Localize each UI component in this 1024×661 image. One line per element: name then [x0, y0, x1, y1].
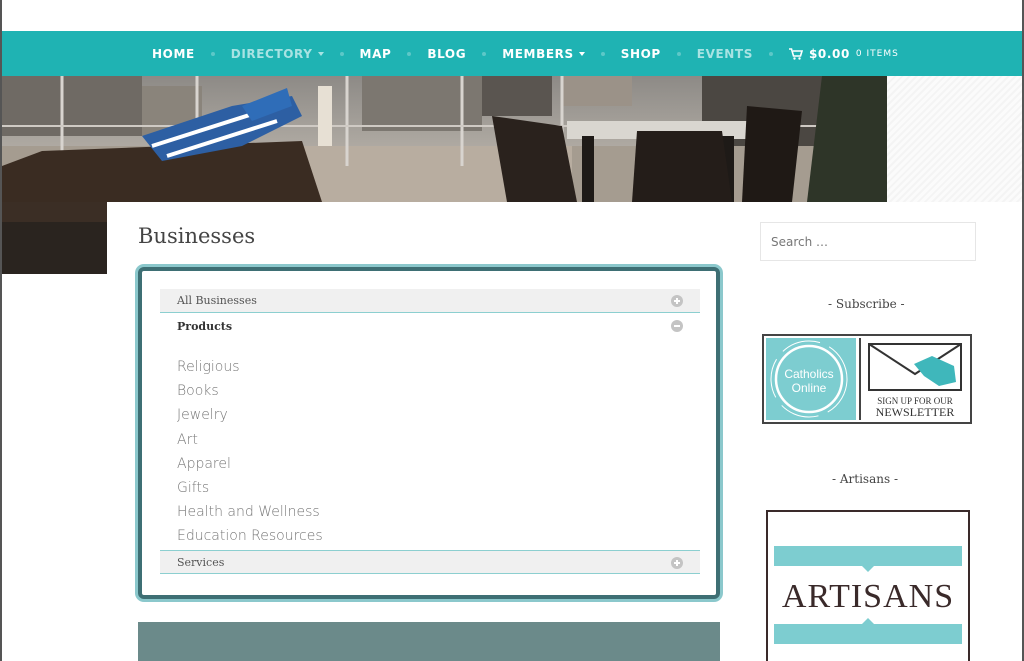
page-title: Businesses	[138, 224, 256, 248]
business-directory-accordion: All Businesses Products Religious Books …	[138, 267, 720, 599]
nav-blog[interactable]: BLOG	[427, 47, 466, 61]
accordion-services[interactable]: Services	[160, 550, 700, 574]
accordion-all-businesses[interactable]: All Businesses	[160, 289, 700, 313]
caret-down-icon	[578, 51, 585, 56]
newsletter-word: NEWSLETTER	[876, 405, 955, 419]
nav-shop[interactable]: SHOP	[621, 47, 661, 61]
subscribe-widget-title: - Subscribe -	[828, 297, 905, 311]
products-sublist: Religious Books Jewelry Art Apparel Gift…	[177, 355, 323, 549]
list-item[interactable]: Jewelry	[177, 403, 323, 427]
caret-down-icon	[317, 51, 324, 56]
background-pattern	[887, 76, 1022, 202]
nav-cart[interactable]: $0.00 0 ITEMS	[788, 46, 899, 61]
nav-map[interactable]: MAP	[360, 47, 392, 61]
nav-separator	[482, 51, 487, 56]
search-input[interactable]	[760, 222, 976, 261]
accordion-products[interactable]: Products	[160, 314, 700, 338]
artisans-graphic: ARTISANS	[774, 546, 962, 644]
expand-icon[interactable]	[671, 295, 683, 307]
artisans-banner[interactable]: ARTISANS	[766, 510, 970, 661]
accordion-label: Products	[177, 319, 233, 333]
list-item[interactable]: Art	[177, 428, 323, 452]
artisans-widget-title: - Artisans -	[832, 472, 898, 486]
nav-members-label: MEMBERS	[502, 46, 574, 61]
nav-separator	[407, 51, 412, 56]
nav-separator	[768, 51, 773, 56]
cart-icon	[788, 47, 803, 60]
newsletter-logo-line2: Online	[792, 381, 827, 395]
rooftop-patio-illustration	[2, 76, 887, 202]
list-item[interactable]: Apparel	[177, 452, 323, 476]
nav-separator	[676, 51, 681, 56]
nav-events[interactable]: EVENTS	[697, 47, 753, 61]
list-item[interactable]: Education Resources	[177, 524, 323, 548]
collapse-icon[interactable]	[671, 320, 683, 332]
list-item[interactable]: Gifts	[177, 476, 323, 500]
accordion-label: Services	[177, 555, 225, 569]
list-item[interactable]: Religious	[177, 355, 323, 379]
newsletter-graphic: Catholics Online SIGN UP FOR OUR NEWSLET…	[766, 338, 962, 420]
main-nav: HOME DIRECTORY MAP BLOG MEMBERS SHOP EVE…	[2, 31, 1022, 76]
expand-icon[interactable]	[671, 557, 683, 569]
content-banner	[138, 622, 720, 661]
nav-separator	[339, 51, 344, 56]
nav-members[interactable]: MEMBERS	[502, 47, 585, 61]
nav-directory[interactable]: DIRECTORY	[231, 47, 324, 61]
accordion-label: All Businesses	[177, 294, 257, 307]
newsletter-logo-line1: Catholics	[784, 367, 833, 381]
cart-items-count: 0 ITEMS	[855, 48, 899, 59]
cart-total: $0.00	[808, 46, 850, 61]
newsletter-signup-banner[interactable]: Catholics Online SIGN UP FOR OUR NEWSLET…	[762, 334, 972, 424]
artisans-word: ARTISANS	[782, 578, 954, 615]
main-content: Businesses All Businesses Products Relig…	[108, 202, 1022, 661]
nav-directory-label: DIRECTORY	[230, 46, 313, 61]
nav-separator	[210, 51, 215, 56]
hero-image-overhang	[2, 202, 107, 274]
nav-home[interactable]: HOME	[152, 47, 195, 61]
nav-separator	[600, 51, 605, 56]
list-item[interactable]: Health and Wellness	[177, 500, 323, 524]
list-item[interactable]: Books	[177, 379, 323, 403]
hero-image	[2, 76, 887, 202]
